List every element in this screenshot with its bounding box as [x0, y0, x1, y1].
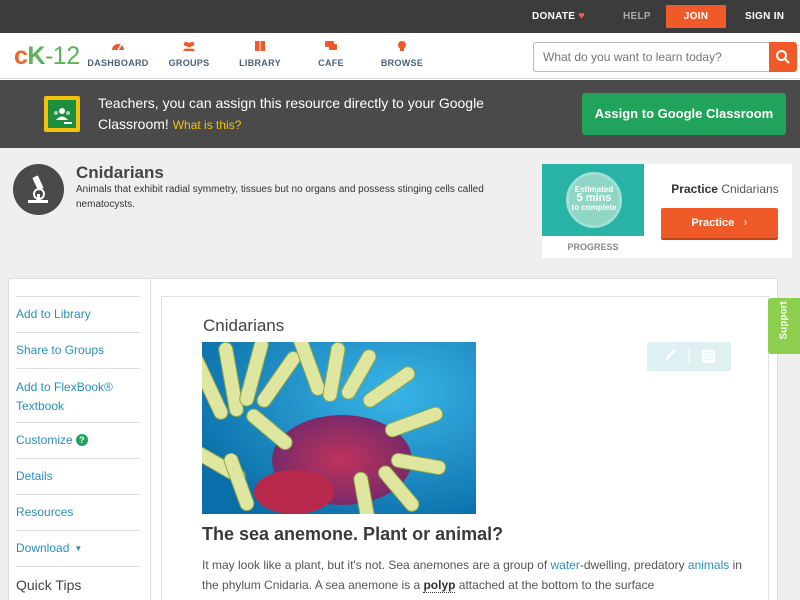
sidebar-item-customize[interactable]: Customize?	[16, 422, 140, 458]
nav-groups[interactable]: GROUPS	[157, 40, 221, 68]
what-is-this-link[interactable]: What is this?	[173, 118, 242, 132]
sea-anemone-image	[202, 342, 476, 514]
help-icon[interactable]: ?	[75, 434, 88, 446]
to-complete-label: to complete	[571, 203, 617, 212]
pencil-icon[interactable]	[665, 349, 676, 362]
gauge-icon	[112, 44, 124, 51]
nav-dashboard[interactable]: DASHBOARD	[86, 40, 150, 68]
quick-tips-heading: Quick Tips	[16, 566, 140, 600]
logo-12: -12	[44, 42, 80, 70]
practice-title-bold: Practice	[671, 182, 718, 196]
article-heading: The sea anemone. Plant or animal?	[202, 524, 504, 544]
classroom-people-icon	[54, 108, 72, 124]
nav-library-label: LIBRARY	[239, 58, 281, 68]
concept-description: Animals that exhibit radial symmetry, ti…	[76, 184, 484, 210]
help-link[interactable]: HELP	[623, 0, 651, 33]
people-icon	[183, 41, 195, 51]
microscope-icon	[13, 164, 64, 215]
concept-header: Cnidarians Animals that exhibit radial s…	[0, 148, 800, 278]
vocab-polyp[interactable]: polyp	[423, 578, 456, 593]
progress-tile[interactable]: Estimated 5 mins to complete	[542, 164, 644, 236]
support-label: Support	[778, 301, 790, 340]
sidebar-item-share-to-groups[interactable]: Share to Groups	[16, 332, 140, 368]
sidebar: Add to Library Share to Groups Add to Fl…	[16, 296, 140, 600]
join-button[interactable]: JOIN	[666, 5, 726, 28]
sidebar-item-add-to-flexbook[interactable]: Add to FlexBook® Textbook	[16, 368, 140, 422]
nav-library[interactable]: LIBRARY	[228, 40, 292, 68]
google-classroom-logo	[44, 96, 80, 132]
assign-to-google-classroom-button[interactable]: Assign to Google Classroom	[582, 93, 786, 135]
chevron-right-icon: ›	[743, 214, 748, 229]
download-label: Download	[16, 541, 70, 555]
link-water[interactable]: water	[551, 558, 580, 572]
lightbulb-icon	[398, 41, 406, 51]
search-icon	[776, 50, 790, 64]
chat-icon	[325, 41, 337, 50]
ck12-logo[interactable]: cK-12	[14, 42, 80, 71]
search-input[interactable]	[533, 42, 770, 72]
classroom-banner-message: Teachers, you can assign this resource d…	[98, 95, 484, 132]
estimated-time-badge: Estimated 5 mins to complete	[566, 172, 622, 228]
customize-label: Customize	[16, 433, 73, 447]
paragraph-text: attached at the bottom to the surface	[455, 578, 655, 592]
nav-groups-label: GROUPS	[168, 58, 210, 68]
sidebar-divider	[150, 279, 151, 600]
top-bar: DONATE ♥ HELP JOIN SIGN IN	[0, 0, 800, 33]
estimated-mins: 5 mins	[576, 192, 612, 204]
paragraph-text: It may look like a plant, but it's not. …	[202, 558, 551, 572]
practice-button[interactable]: Practice ›	[661, 208, 778, 238]
donate-link[interactable]: DONATE ♥	[532, 0, 585, 33]
article-tools	[647, 342, 731, 371]
sign-in-link[interactable]: SIGN IN	[745, 0, 784, 33]
sidebar-item-details[interactable]: Details	[16, 458, 140, 494]
practice-title-topic: Cnidarians	[721, 182, 779, 196]
search-button[interactable]	[769, 42, 797, 72]
sidebar-item-resources[interactable]: Resources	[16, 494, 140, 530]
main-nav: cK-12 DASHBOARD GROUPS LIBRARY CAFE BROW…	[0, 33, 800, 79]
practice-button-label: Practice	[691, 217, 735, 229]
nav-cafe[interactable]: CAFE	[299, 40, 363, 68]
article-paragraph: It may look like a plant, but it's not. …	[202, 555, 742, 595]
article-title: Cnidarians	[203, 316, 285, 335]
support-tab[interactable]: Support	[768, 298, 800, 354]
donate-label: DONATE	[532, 11, 576, 22]
sidebar-item-add-to-library[interactable]: Add to Library	[16, 296, 140, 332]
logo-k: K	[27, 42, 45, 70]
logo-c: c	[14, 42, 28, 70]
paragraph-text: -dwelling, predatory	[579, 558, 688, 572]
heart-icon: ♥	[578, 10, 586, 22]
book-icon	[255, 41, 265, 51]
concept-title: Cnidarians	[76, 163, 164, 182]
google-classroom-banner: Teachers, you can assign this resource d…	[0, 80, 800, 148]
classroom-banner-text: Teachers, you can assign this resource d…	[98, 93, 538, 136]
nav-cafe-label: CAFE	[318, 58, 344, 68]
article: Cnidarians The sea anemone. Plant or ani…	[161, 296, 769, 600]
nav-browse-label: BROWSE	[380, 58, 424, 68]
sidebar-item-download[interactable]: Download ▼	[16, 530, 140, 566]
nav-browse[interactable]: BROWSE	[370, 40, 434, 68]
progress-label: PROGRESS	[567, 242, 619, 252]
caret-down-icon: ▼	[74, 544, 83, 553]
practice-card: Estimated 5 mins to complete PROGRESS Pr…	[542, 164, 792, 258]
notes-icon[interactable]	[702, 350, 715, 363]
nav-dashboard-label: DASHBOARD	[87, 58, 149, 68]
practice-title: Practice Cnidarians	[660, 182, 790, 196]
link-animals[interactable]: animals	[688, 558, 729, 572]
